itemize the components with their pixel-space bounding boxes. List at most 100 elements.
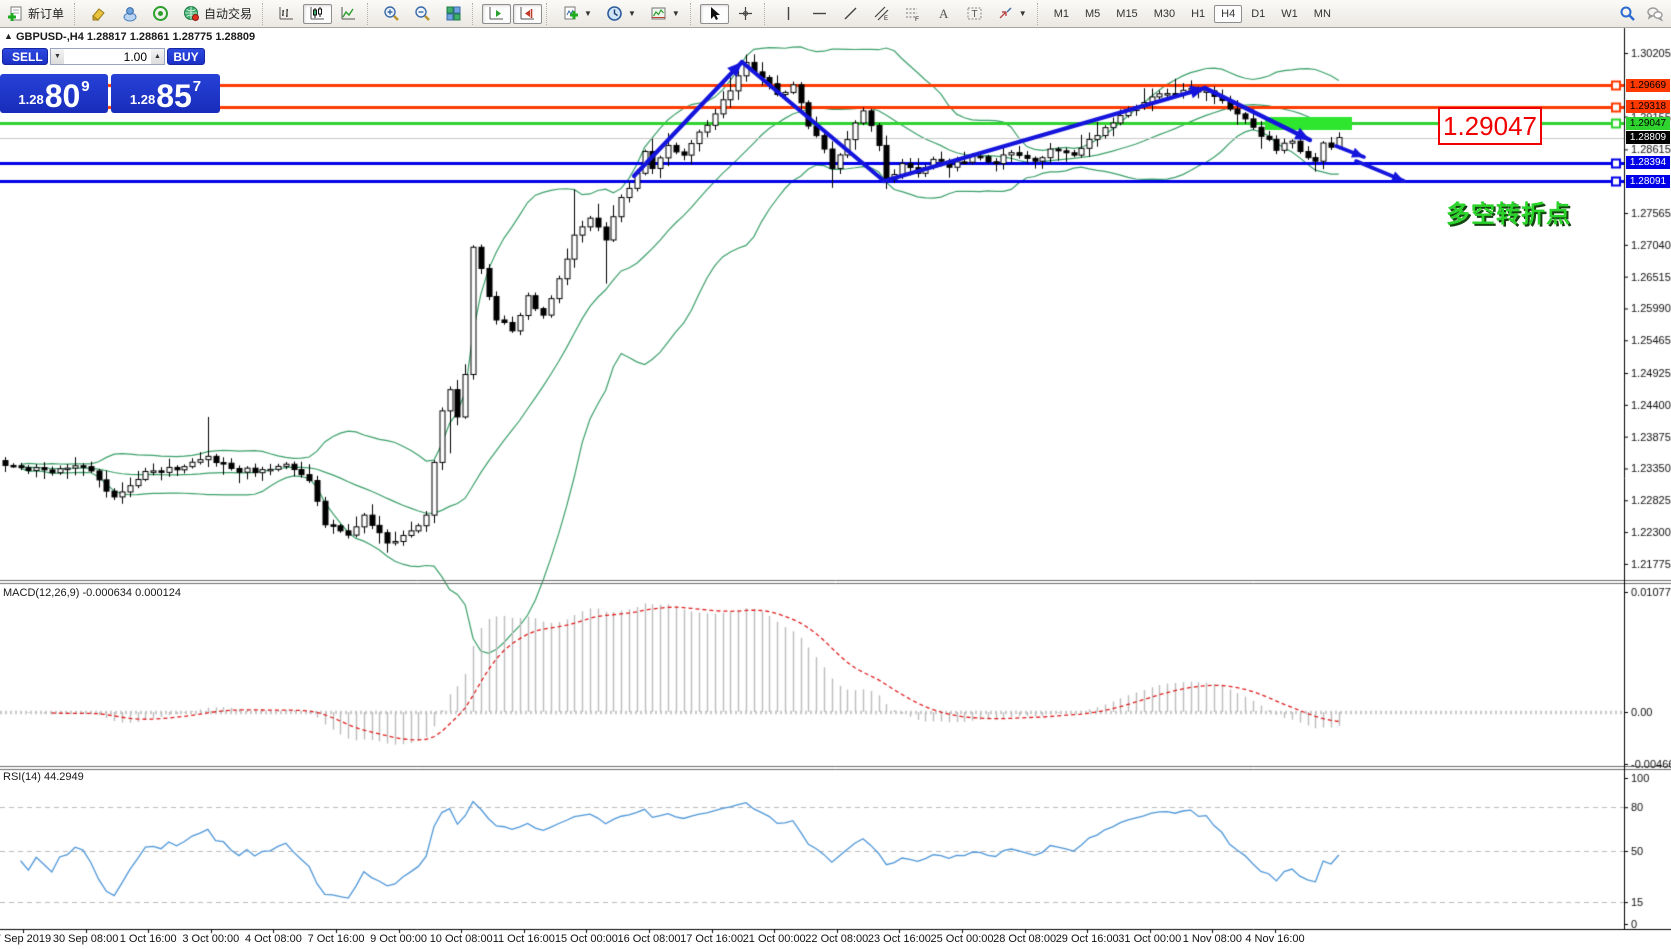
tile-windows-button[interactable]: [439, 4, 468, 24]
price-badge: 1.29669: [1626, 78, 1670, 92]
price-badge: 1.28091: [1626, 174, 1670, 188]
time-axis-label: 31 Oct 00:00: [1118, 933, 1182, 945]
price-badge: 1.28809: [1626, 131, 1670, 145]
candle-chart-mode-button[interactable]: [303, 3, 333, 24]
cursor-icon: [706, 5, 723, 22]
volume-decrease-button[interactable]: ▼: [51, 49, 64, 64]
timeframe-button-m5[interactable]: M5: [1078, 5, 1107, 23]
trendline-tool-button[interactable]: [836, 4, 865, 24]
signal-button[interactable]: [146, 4, 175, 24]
time-axis-label: 30 Sep 08:00: [52, 933, 119, 945]
buy-price-main: 85: [156, 78, 192, 114]
price-badge: 1.29318: [1626, 100, 1670, 114]
profile-button[interactable]: [115, 4, 144, 24]
fibonacci-icon: F: [904, 5, 921, 22]
time-axis-label: 15 Oct 00:00: [554, 933, 618, 945]
time-axis-label: 11 Oct 16:00: [492, 933, 555, 945]
chart-shift-button[interactable]: [513, 3, 543, 24]
timeframe-button-h1[interactable]: H1: [1184, 5, 1212, 23]
dropdown-caret: ▼: [584, 9, 592, 18]
rsi-indicator-label: RSI(14) 44.2949: [3, 771, 84, 783]
bar-chart-icon: [278, 5, 295, 22]
auto-scroll-button[interactable]: [482, 3, 512, 24]
tile-windows-icon: [445, 5, 462, 22]
line-chart-mode-button[interactable]: [334, 4, 363, 24]
text-tool-button[interactable]: A: [929, 4, 958, 24]
timeframe-button-h4[interactable]: H4: [1214, 4, 1243, 23]
toolbar-separator: [367, 2, 373, 25]
buy-price-display[interactable]: 1.28 85 7: [111, 74, 220, 113]
time-axis-label: 4 Nov 16:00: [1245, 933, 1305, 945]
time-axis-label: 9 Oct 00:00: [370, 933, 428, 945]
sell-price-display[interactable]: 1.28 80 9: [0, 74, 108, 113]
toolbar-separator: [74, 2, 80, 25]
sell-button[interactable]: SELL: [2, 48, 48, 65]
crosshair-tool-button[interactable]: [731, 4, 760, 24]
templates-menu-button[interactable]: ▼: [644, 4, 686, 24]
new-order-button[interactable]: 新订单: [1, 4, 70, 24]
text-label-tool-button[interactable]: T: [960, 4, 989, 24]
svg-text:T: T: [971, 9, 977, 20]
channel-tool-button[interactable]: E: [867, 4, 896, 24]
toolbar-separator: [472, 2, 478, 25]
fibonacci-tool-button[interactable]: F: [898, 4, 927, 24]
arrows-menu-button[interactable]: ▼: [991, 4, 1033, 24]
dropdown-caret: ▼: [671, 9, 680, 18]
timeframe-button-m15[interactable]: M15: [1109, 5, 1144, 23]
autotrade-button[interactable]: 自动交易: [177, 4, 258, 24]
horizontal-line-tool-button[interactable]: [805, 4, 834, 24]
equidistant-channel-icon: E: [873, 5, 890, 22]
price-badge: 1.29047: [1626, 116, 1670, 130]
time-axis-label: 7 Sep 2019: [0, 933, 52, 945]
svg-text:E: E: [884, 16, 888, 22]
vertical-line-tool-button[interactable]: [774, 4, 803, 24]
volume-increase-button[interactable]: ▲: [151, 49, 164, 64]
horizontal-line-icon: [811, 5, 828, 22]
candlestick-chart-icon: [309, 5, 326, 22]
clock-icon: [606, 5, 623, 22]
volume-value[interactable]: 1.00: [64, 49, 151, 64]
timeframe-button-m30[interactable]: M30: [1147, 5, 1182, 23]
template-icon: [650, 5, 667, 22]
dropdown-caret: ▼: [627, 9, 636, 18]
signal-icon: [152, 5, 169, 22]
collapse-panel-icon[interactable]: ▲: [4, 31, 13, 41]
chart-canvas[interactable]: [0, 0, 1671, 949]
price-label-box[interactable]: 1.29047: [1438, 107, 1542, 145]
time-axis-label: 21 Oct 00:00: [742, 933, 806, 945]
sell-price-pip: 9: [81, 78, 90, 95]
vertical-line-icon: [780, 5, 797, 22]
indicators-icon: [562, 5, 579, 22]
zoom-in-button[interactable]: [377, 4, 406, 24]
bar-chart-mode-button[interactable]: [272, 4, 301, 24]
zoom-out-icon: [414, 5, 431, 22]
periods-menu-button[interactable]: ▼: [600, 4, 642, 24]
history-button[interactable]: [84, 4, 113, 24]
buy-button[interactable]: BUY: [167, 48, 205, 65]
zoom-in-icon: [383, 5, 400, 22]
volume-stepper: ▼ 1.00 ▲: [50, 48, 165, 65]
timeframe-button-mn[interactable]: MN: [1307, 5, 1338, 23]
toolbar-separator: [262, 2, 268, 25]
timeframe-group: M1 M5 M15 M30 H1 H4 D1 W1 MN: [1046, 4, 1339, 23]
chat-icon[interactable]: [1646, 5, 1663, 22]
one-click-trading-panel: SELL ▼ 1.00 ▲ BUY 1.28 80 9 1.28 85 7: [0, 45, 224, 113]
zoom-out-button[interactable]: [408, 4, 437, 24]
text-label-icon: T: [966, 5, 983, 22]
timeframe-button-d1[interactable]: D1: [1244, 5, 1272, 23]
indicators-menu-button[interactable]: ▼: [556, 4, 598, 24]
arrows-icon: [997, 5, 1014, 22]
toolbar-separator: [689, 2, 696, 25]
svg-text:A: A: [939, 6, 949, 21]
toolbar-separator: [546, 2, 552, 25]
time-axis-label: 10 Oct 08:00: [429, 933, 493, 945]
timeframe-button-w1[interactable]: W1: [1274, 5, 1305, 23]
timeframe-button-m1[interactable]: M1: [1047, 5, 1076, 23]
svg-text:F: F: [915, 16, 919, 22]
autotrade-label: 自动交易: [204, 7, 253, 21]
turning-point-annotation[interactable]: 多空转折点: [1446, 194, 1571, 229]
new-order-icon: [7, 5, 24, 22]
search-icon[interactable]: [1619, 5, 1636, 22]
cursor-tool-button[interactable]: [699, 3, 729, 24]
mt4-window: { "toolbar": { "new_order_label": "新订单",…: [0, 0, 1671, 949]
